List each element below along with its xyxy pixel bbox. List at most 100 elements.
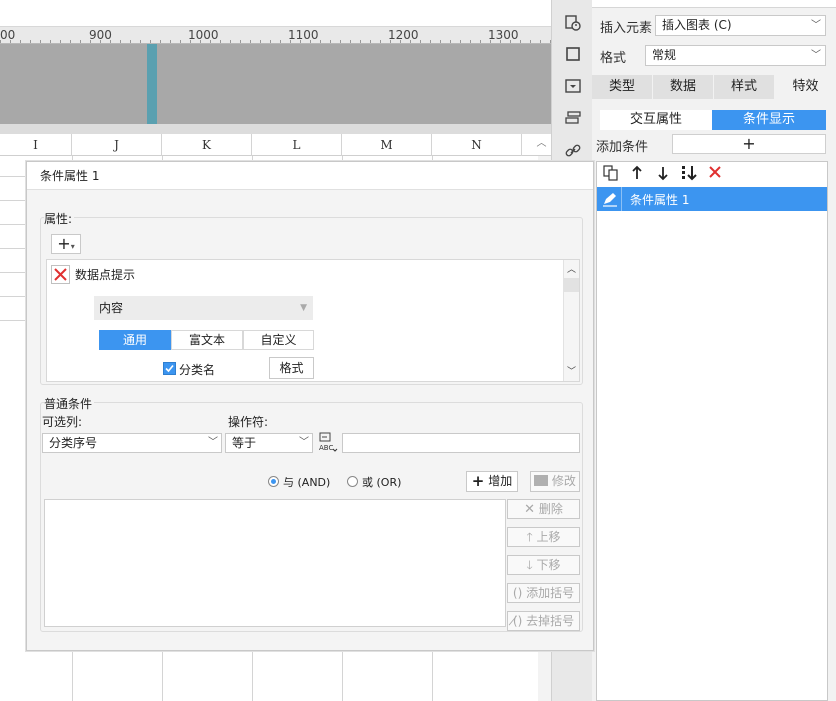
chevron-down-icon: ﹀ (811, 50, 821, 61)
condition-list-item[interactable]: 条件属性 1 (597, 187, 827, 211)
condition-list-area[interactable] (44, 499, 506, 627)
condition-value-input[interactable] (342, 433, 580, 453)
remove-attribute-button[interactable] (51, 265, 70, 284)
chevron-down-icon[interactable]: ﹀ (567, 364, 576, 377)
link-icon[interactable] (562, 140, 584, 162)
or-radio[interactable] (347, 476, 358, 487)
insert-element-select[interactable]: 插入图表 (C) ﹀ (655, 15, 826, 36)
column-header-k[interactable]: K (162, 134, 252, 156)
dropdown-box-icon[interactable] (562, 75, 584, 97)
ruler-tick (190, 40, 191, 43)
modify-button[interactable]: 修改 (530, 471, 580, 492)
tab-data[interactable]: 数据 (653, 75, 713, 99)
ruler-tick (460, 40, 461, 43)
format-value: 常规 (652, 48, 677, 62)
attribute-scrollbar[interactable]: ︿ ﹀ (563, 260, 579, 381)
tab-effects[interactable]: 特效 (775, 75, 836, 99)
ruler-tick (120, 40, 121, 43)
format-select[interactable]: 常规 ﹀ (645, 45, 826, 66)
ruler-tick (370, 40, 371, 43)
move-down-button[interactable]: 🡓 下移 (507, 555, 580, 575)
value-type-abc-icon[interactable]: ABC (317, 432, 339, 454)
grid-line (0, 176, 26, 177)
attributes-legend: 属性: (44, 210, 75, 227)
column-header-l[interactable]: L (252, 134, 342, 156)
arrow-up-icon: 🡑 (526, 530, 533, 544)
column-select[interactable]: 分类序号 ﹀ (42, 433, 222, 453)
chevron-down-icon: ﹀ (811, 20, 821, 31)
ruler-label: 1100 (288, 28, 319, 42)
canvas-guide-bar (147, 44, 157, 124)
column-header-j[interactable]: J (72, 134, 162, 156)
category-name-checkbox[interactable] (163, 362, 176, 375)
ruler-tick (280, 40, 281, 43)
column-header-i[interactable]: I (0, 134, 72, 156)
arrow-up-icon[interactable] (631, 165, 643, 185)
add-condition-entry-button[interactable]: + 增加 (466, 471, 518, 492)
ruler-tick (420, 40, 421, 43)
delete-icon[interactable] (708, 165, 722, 183)
ruler-tick (430, 40, 431, 43)
tab-style[interactable]: 样式 (714, 75, 774, 99)
scrollbar-thumb[interactable] (564, 278, 579, 292)
content-tab-rich-text[interactable]: 富文本 (171, 330, 243, 350)
tab-type[interactable]: 类型 (592, 75, 652, 99)
tab-condition-display[interactable]: 条件显示 (712, 110, 826, 130)
column-header-n[interactable]: N (432, 134, 522, 156)
conditions-legend: 普通条件 (44, 395, 95, 412)
operator-value: 等于 (232, 436, 257, 450)
format-button[interactable]: 格式 (269, 357, 314, 379)
content-tab-general[interactable]: 通用 (99, 330, 171, 350)
condition-item-label: 条件属性 1 (630, 193, 690, 207)
ruler-tick (480, 40, 481, 43)
insert-element-value: 插入图表 (C) (662, 18, 732, 32)
ruler-tick (380, 40, 381, 43)
ruler-tick (20, 40, 21, 43)
column-header-m[interactable]: M (342, 134, 432, 156)
remove-bracket-button[interactable]: (̸) 去掉括号 (507, 611, 580, 631)
close-icon: ✕ (524, 502, 536, 517)
column-value: 分类序号 (49, 436, 98, 450)
chevron-up-icon[interactable]: ︿ (567, 262, 576, 275)
ruler-tick (40, 40, 41, 43)
attribute-item-panel: 数据点提示 内容 ▼ 通用 富文本 自定义 分类名 格式 ︿ ﹀ (46, 259, 580, 382)
add-condition-label: 添加条件 (596, 140, 649, 155)
ruler-tick (110, 40, 111, 43)
delete-button[interactable]: ✕ 删除 (507, 499, 580, 519)
arrow-down-icon[interactable] (657, 165, 669, 185)
ruler-tick (100, 40, 101, 43)
ruler-tick (230, 40, 231, 43)
operator-select[interactable]: 等于 ﹀ (225, 433, 313, 453)
widget-settings-icon[interactable] (562, 12, 584, 34)
item-divider (621, 187, 622, 211)
content-select[interactable]: 内容 ▼ (94, 296, 313, 320)
ruler-tick (310, 40, 311, 43)
add-bracket-button[interactable]: () 添加括号 (507, 583, 580, 603)
delete-label: 删除 (538, 502, 563, 516)
add-condition-button[interactable]: + (672, 134, 826, 154)
ruler-tick (10, 40, 11, 43)
ruler-tick (360, 40, 361, 43)
ruler-label: 1000 (188, 28, 219, 42)
add-attribute-button[interactable]: +▾ (51, 234, 81, 254)
panel-top-edge (592, 0, 836, 8)
ruler-tick (410, 40, 411, 43)
canvas-area (0, 44, 551, 124)
tab-interaction-properties[interactable]: 交互属性 (600, 110, 712, 130)
move-up-button[interactable]: 🡑 上移 (507, 527, 580, 547)
condition-attribute-dialog: 条件属性 1 属性: +▾ 数据点提示 内容 ▼ 通用 富文本 自定义 分类名 … (26, 161, 594, 651)
copy-icon[interactable] (603, 165, 619, 185)
layers-icon[interactable] (562, 107, 584, 129)
ruler-tick (200, 40, 201, 43)
column-headers: I J K L M N (0, 134, 551, 156)
ruler-tick (320, 40, 321, 43)
move-bottom-icon[interactable] (681, 165, 699, 185)
content-tab-custom[interactable]: 自定义 (243, 330, 314, 350)
scroll-up-icon[interactable]: ︿ (532, 134, 551, 156)
border-icon[interactable] (562, 43, 584, 65)
ruler-tick (400, 40, 401, 43)
ruler-tick (510, 40, 511, 43)
category-name-label: 分类名 (179, 363, 216, 377)
ruler-tick (300, 40, 301, 43)
and-radio[interactable] (268, 476, 279, 487)
